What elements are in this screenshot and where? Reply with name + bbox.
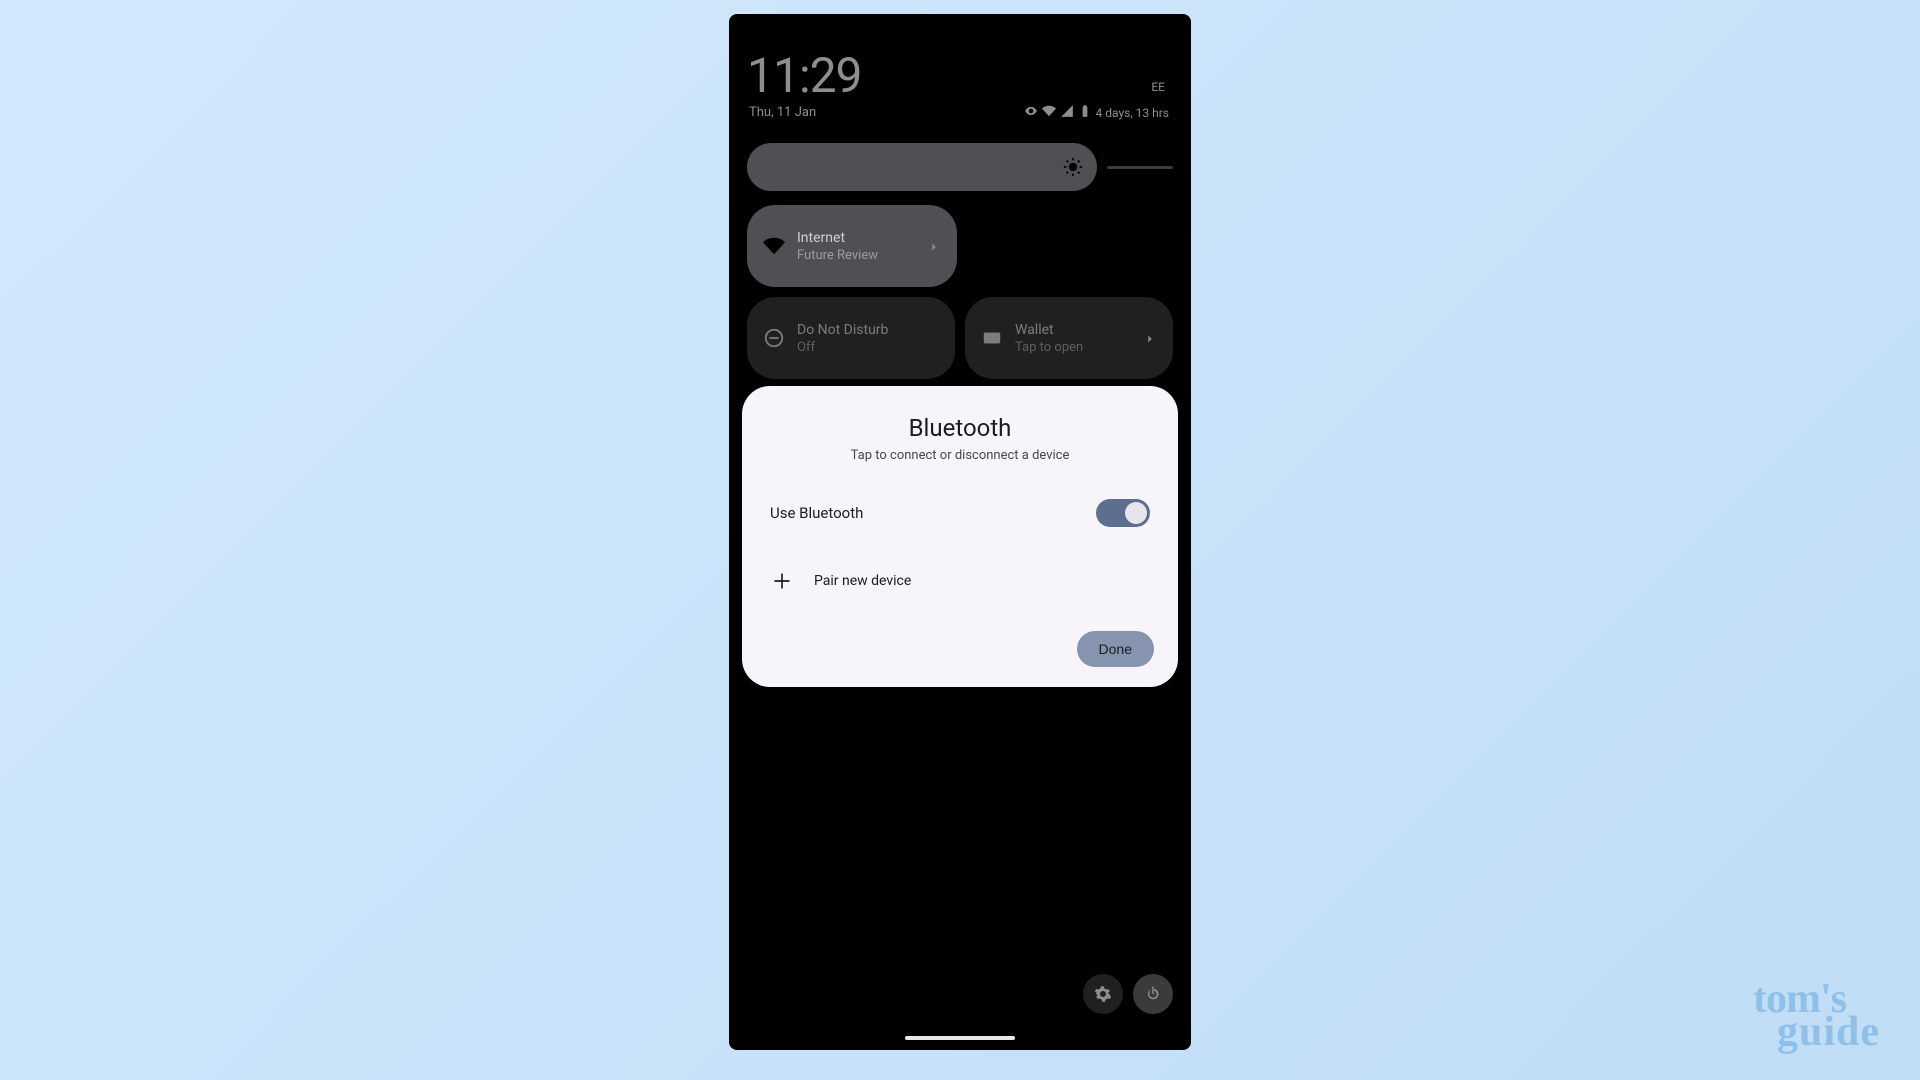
date-label: Thu, 11 Jan [747, 105, 816, 120]
brightness-slider-row [747, 143, 1173, 191]
gear-icon [1094, 985, 1112, 1003]
quick-settings-footer [1083, 974, 1173, 1014]
chevron-right-icon [1143, 331, 1157, 345]
phone-frame: 11:29 EE Thu, 11 Jan 4 days, 13 hrs Inte… [729, 14, 1191, 1050]
brightness-track [1107, 166, 1173, 169]
system-icons: 4 days, 13 hrs [1024, 104, 1169, 121]
battery-remaining: 4 days, 13 hrs [1096, 106, 1169, 120]
use-bluetooth-label: Use Bluetooth [770, 504, 863, 522]
tile-internet-text: Internet Future Review [797, 230, 878, 263]
status-bar-top: 11:29 EE [747, 52, 1173, 100]
watermark-line2: guide [1777, 1016, 1880, 1050]
tile-dnd-text: Do Not Disturb Off [797, 322, 888, 355]
power-button[interactable] [1133, 974, 1173, 1014]
tile-internet[interactable]: Internet Future Review [747, 205, 957, 287]
wifi-icon [763, 235, 785, 257]
wallet-icon [981, 327, 1003, 349]
bluetooth-dialog: Bluetooth Tap to connect or disconnect a… [742, 386, 1178, 687]
settings-button[interactable] [1083, 974, 1123, 1014]
brightness-slider[interactable] [747, 143, 1097, 191]
tile-dnd[interactable]: Do Not Disturb Off [747, 297, 955, 379]
carrier-label: EE [1151, 80, 1173, 100]
tile-title: Wallet [1015, 322, 1083, 338]
brightness-icon [1063, 157, 1083, 177]
power-icon [1144, 985, 1162, 1003]
tile-row-2: Do Not Disturb Off Wallet Tap to open [747, 297, 1173, 379]
tile-subtitle: Tap to open [1015, 340, 1083, 355]
plus-icon [772, 571, 792, 591]
toggle-thumb [1125, 502, 1147, 524]
tile-wallet[interactable]: Wallet Tap to open [965, 297, 1173, 379]
pair-new-device-label: Pair new device [814, 573, 911, 589]
dialog-title: Bluetooth [766, 414, 1154, 442]
chevron-right-icon [927, 239, 941, 253]
bluetooth-toggle[interactable] [1096, 499, 1150, 527]
pair-new-device-row[interactable]: Pair new device [766, 571, 1154, 591]
status-bar-sub: Thu, 11 Jan 4 days, 13 hrs [747, 104, 1173, 121]
use-bluetooth-row: Use Bluetooth [766, 499, 1154, 527]
signal-icon [1060, 104, 1074, 121]
tile-title: Do Not Disturb [797, 322, 888, 338]
dialog-actions: Done [766, 631, 1154, 667]
done-button[interactable]: Done [1077, 631, 1154, 667]
battery-icon [1078, 104, 1092, 121]
tile-subtitle: Off [797, 340, 888, 355]
watermark: tom's guide [1753, 983, 1880, 1050]
clock: 11:29 [747, 52, 862, 100]
eye-icon [1024, 104, 1038, 121]
tile-wallet-text: Wallet Tap to open [1015, 322, 1083, 355]
dnd-icon [763, 327, 785, 349]
navigation-handle[interactable] [905, 1036, 1015, 1040]
dialog-subtitle: Tap to connect or disconnect a device [766, 448, 1154, 463]
tile-subtitle: Future Review [797, 248, 878, 263]
wifi-icon [1042, 104, 1056, 121]
tile-title: Internet [797, 230, 878, 246]
